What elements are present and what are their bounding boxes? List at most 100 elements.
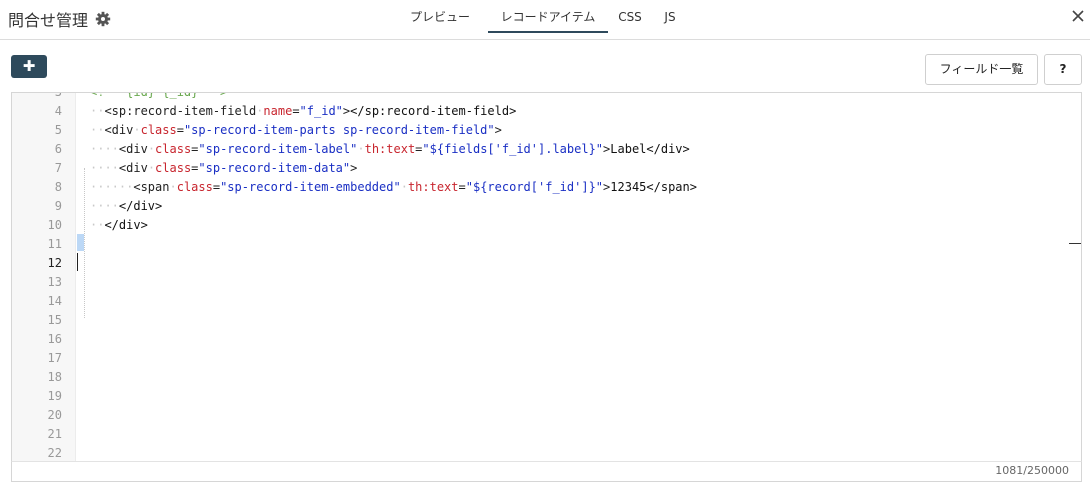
code-token: 12345</span>: [610, 180, 697, 194]
code-token: "${fields['f_id'].label}": [422, 142, 604, 156]
code-token: class: [140, 123, 177, 137]
code-token: <div: [104, 123, 134, 137]
code-text: ····<div·class="sp-record-item-data">: [90, 159, 357, 178]
code-line: 20: [12, 406, 1081, 425]
character-counter: 1081/250000: [995, 464, 1069, 477]
indent-guide: [84, 168, 85, 318]
code-token: ·: [147, 161, 156, 175]
line-number: 17: [47, 351, 62, 365]
code-line: 4 ··<sp:record-item-field·name="f_id"></s…: [12, 102, 1081, 121]
code-token: "sp-record-item-data": [198, 161, 351, 175]
line-number: 4: [54, 104, 62, 118]
code-token: class: [155, 142, 192, 156]
code-text: ····<div·class="sp-record-item-label"·th…: [90, 140, 690, 159]
line-number: 13: [47, 275, 62, 289]
code-token: ·: [400, 180, 408, 194]
code-lines: 3 <!-- {id} {_id} --> 4 ··<sp:record-item-f…: [12, 92, 1081, 461]
help-button[interactable]: ?: [1044, 54, 1082, 85]
code-token: ······: [90, 180, 134, 194]
line-number: 22: [47, 446, 62, 460]
code-token: </div>: [118, 199, 163, 213]
code-token: =: [458, 180, 466, 194]
code-token: ····: [90, 161, 119, 175]
line-highlight-marker: [77, 234, 84, 251]
code-line: 17: [12, 349, 1081, 368]
code-token: ··: [90, 104, 105, 118]
code-token: ····: [90, 142, 119, 156]
code-token: class: [176, 180, 213, 194]
line-number: 11: [47, 237, 62, 251]
code-token: "f_id": [299, 104, 343, 118]
code-line: 12: [12, 254, 1081, 273]
text-cursor: [77, 253, 78, 271]
line-number: 20: [47, 408, 62, 422]
code-text: ··<sp:record-item-field·name="f_id"></sp…: [90, 102, 516, 121]
close-icon[interactable]: [1071, 9, 1085, 23]
code-token: name: [263, 104, 293, 118]
code-token: <div: [118, 161, 148, 175]
field-list-button[interactable]: フィールド一覧: [925, 54, 1038, 85]
code-token: </sp:record-item-field>: [350, 104, 517, 118]
code-token: ·: [147, 142, 156, 156]
code-token: ····: [90, 199, 119, 213]
code-line: 18: [12, 368, 1081, 387]
code-token: ·: [357, 142, 365, 156]
code-line: 8 ······<span·class="sp-record-item-embed…: [12, 178, 1081, 197]
code-token: <sp:record-item-field: [104, 104, 257, 118]
line-number: 6: [54, 142, 62, 156]
code-line: 5 ··<div·class="sp-record-item-parts sp-r…: [12, 121, 1081, 140]
code-token: "sp-record-item-parts sp-record-item-fie…: [183, 123, 495, 137]
code-line: 9 ····</div>: [12, 197, 1081, 216]
code-line: 10 ··</div>: [12, 216, 1081, 235]
code-line: 11: [12, 235, 1081, 254]
code-line: 16: [12, 330, 1081, 349]
code-token: <!-- {id} {_id} -->: [90, 92, 228, 99]
code-token: "sp-record-item-embedded": [220, 180, 401, 194]
code-line: 13: [12, 273, 1081, 292]
code-line: 6 ····<div·class="sp-record-item-label"·t…: [12, 140, 1081, 159]
tab-js[interactable]: JS: [656, 0, 684, 31]
code-token: Label</div>: [610, 142, 690, 156]
code-text: ··<div·class="sp-record-item-parts sp-re…: [90, 121, 502, 140]
code-line: 22: [12, 444, 1081, 461]
editor-status-bar: 1081/250000: [11, 461, 1082, 482]
code-token: </div>: [104, 218, 148, 232]
code-token: >: [494, 123, 502, 137]
code-token: =: [176, 123, 184, 137]
code-line: 14: [12, 292, 1081, 311]
code-text: <!-- {id} {_id} -->: [90, 92, 228, 102]
code-token: =: [212, 180, 221, 194]
line-number: 3: [54, 92, 62, 99]
tab-preview[interactable]: プレビュー: [404, 0, 476, 31]
code-token: >: [350, 161, 358, 175]
tab-record-item[interactable]: レコードアイテム: [488, 0, 608, 33]
code-line: 15: [12, 311, 1081, 330]
header-bar: 問合せ管理 プレビュー レコードアイテム CSS JS: [0, 0, 1090, 40]
line-number: 8: [54, 180, 62, 194]
code-text: ··</div>: [90, 216, 148, 235]
code-token: =: [292, 104, 300, 118]
line-number: 10: [47, 218, 62, 232]
line-number: 15: [47, 313, 62, 327]
scrollbar-marker[interactable]: [1069, 243, 1081, 244]
tab-css[interactable]: CSS: [614, 0, 646, 31]
code-line: 7 ····<div·class="sp-record-item-data">: [12, 159, 1081, 178]
code-text: ······<span·class="sp-record-item-embedd…: [90, 178, 697, 197]
code-token: class: [155, 161, 192, 175]
code-token: th:text: [364, 142, 416, 156]
line-number: 16: [47, 332, 62, 346]
line-number: 18: [47, 370, 62, 384]
code-token: ·: [133, 123, 141, 137]
add-button[interactable]: ✚: [11, 55, 47, 78]
line-number: 5: [54, 123, 62, 137]
line-number: 12: [47, 256, 62, 270]
code-text: ····</div>: [90, 197, 162, 216]
gear-icon[interactable]: [95, 11, 111, 27]
code-line: 3 <!-- {id} {_id} -->: [12, 92, 1081, 102]
code-token: "${record['f_id']}": [465, 180, 604, 194]
page-title: 問合せ管理: [8, 11, 89, 30]
code-editor[interactable]: 3 <!-- {id} {_id} --> 4 ··<sp:record-item-f…: [11, 92, 1082, 461]
line-number: 7: [54, 161, 62, 175]
code-token: "sp-record-item-label": [198, 142, 358, 156]
line-number: 21: [47, 427, 62, 441]
